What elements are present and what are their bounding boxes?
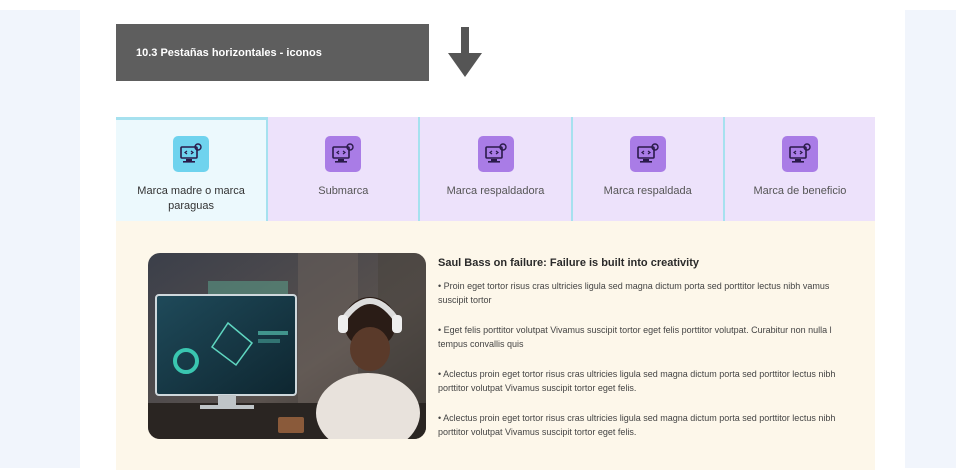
left-gutter [0, 10, 80, 468]
bullet-item: • Eget felis porttitor volutpat Vivamus … [438, 325, 832, 349]
monitor-code-icon [325, 136, 362, 172]
arrow-down-icon [448, 27, 482, 77]
tab-content-panel: Saul Bass on failure: Failure is built i… [116, 221, 875, 470]
horizontal-tabs: Marca madre o marca paraguas Submarca Ma… [116, 117, 876, 221]
section-title-banner: 10.3 Pestañas horizontales - iconos [116, 24, 429, 81]
article-title: Saul Bass on failure: Failure is built i… [438, 257, 700, 269]
bullet-item: • Aclectus proin eget tortor risus cras … [438, 413, 836, 437]
right-gutter [905, 10, 956, 468]
tab-label: Marca de beneficio [753, 185, 847, 197]
monitor-code-icon [781, 136, 818, 172]
section-title: 10.3 Pestañas horizontales - iconos [136, 46, 322, 59]
tab-label: Marca madre o marca paraguas [137, 185, 245, 212]
tab-marca-respaldada[interactable]: Marca respaldada [570, 117, 723, 221]
tab-marca-de-beneficio[interactable]: Marca de beneficio [722, 117, 876, 221]
bullet-item: • Proin eget tortor risus cras ultricies… [438, 281, 830, 305]
monitor-code-icon [629, 136, 666, 172]
tab-marca-respaldadora[interactable]: Marca respaldadora [418, 117, 571, 221]
tab-marca-madre[interactable]: Marca madre o marca paraguas [116, 117, 267, 221]
monitor-code-icon [477, 136, 514, 172]
monitor-code-icon [173, 136, 210, 172]
tab-label: Submarca [318, 185, 369, 197]
tab-submarca[interactable]: Submarca [266, 117, 419, 221]
bullet-item: • Aclectus proin eget tortor risus cras … [438, 369, 836, 393]
tab-label: Marca respaldadora [446, 185, 545, 197]
tab-label: Marca respaldada [603, 185, 692, 197]
article-image [148, 253, 426, 439]
article: Saul Bass on failure: Failure is built i… [438, 257, 848, 455]
